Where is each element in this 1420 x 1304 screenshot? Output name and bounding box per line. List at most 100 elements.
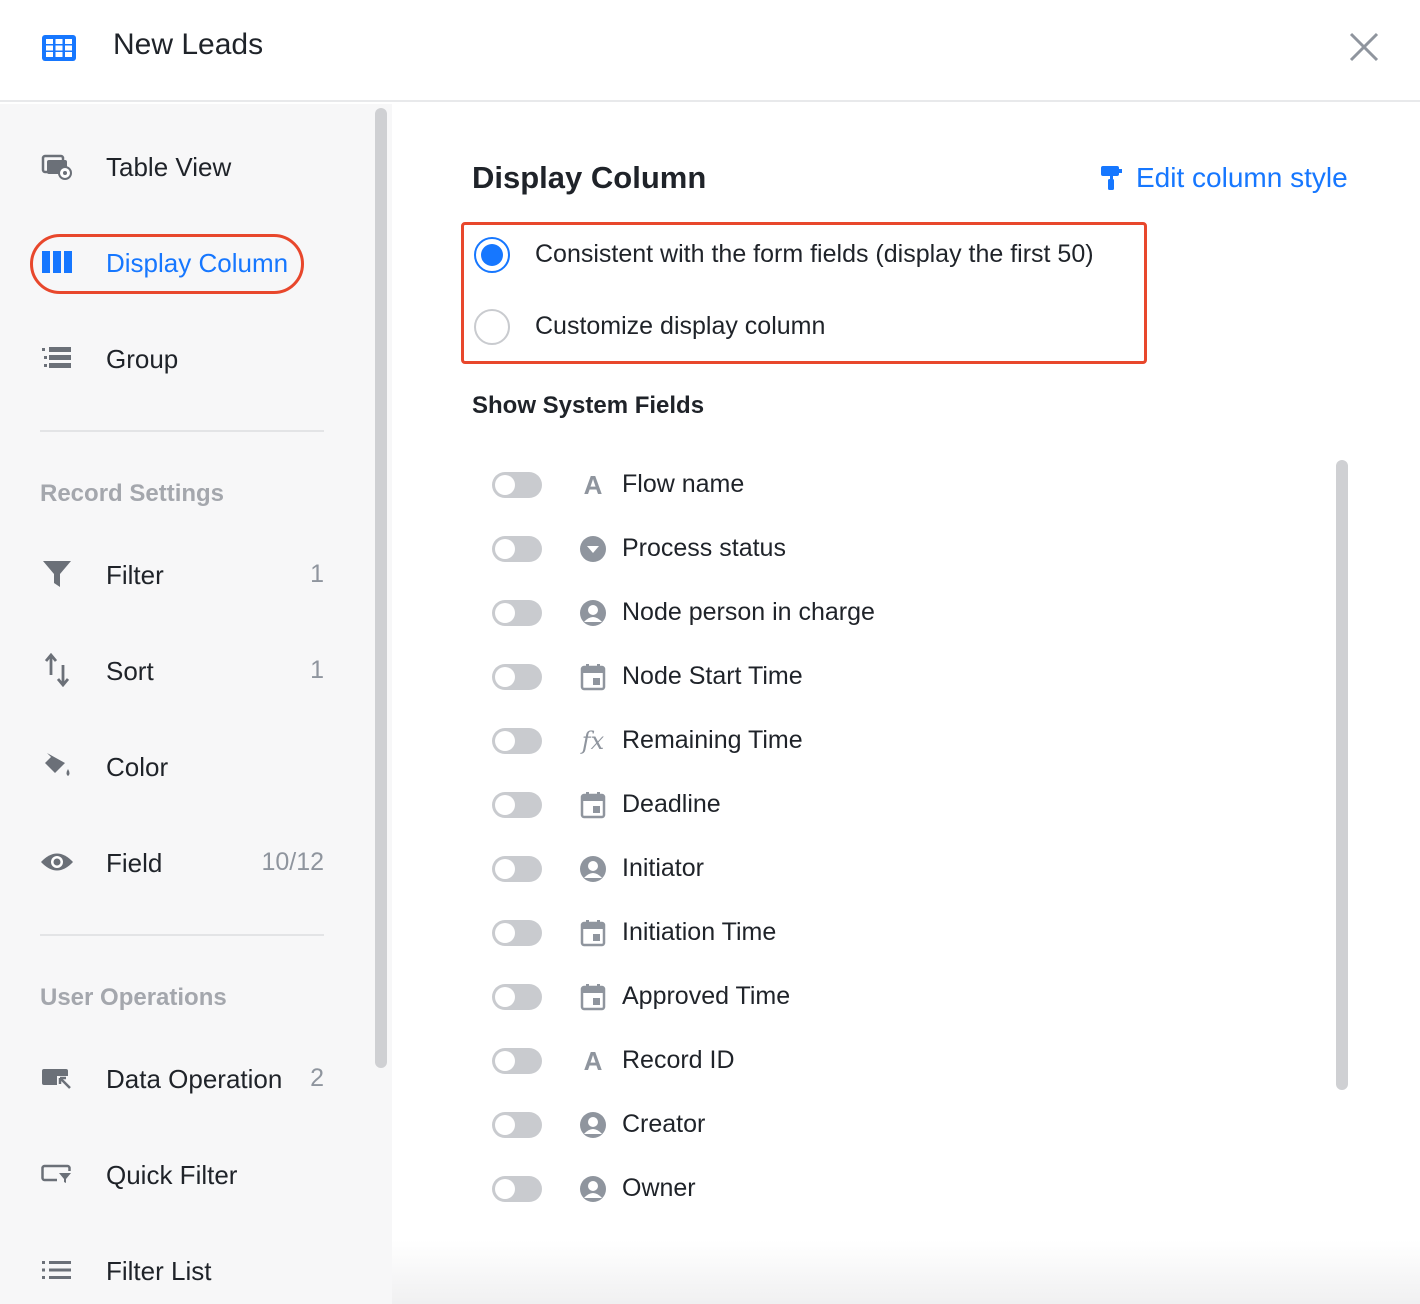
display-column-panel: Display Column Edit column style Consist… [392, 104, 1420, 1304]
system-field-row: Approved Time [492, 976, 1292, 1024]
dialog-header: New Leads [0, 0, 1420, 102]
sidebar-item-color[interactable]: Color [40, 742, 330, 790]
display-mode-radio-group: Consistent with the form fields (display… [461, 222, 1147, 364]
calendar-icon [578, 918, 608, 948]
sidebar-scrollbar[interactable] [375, 108, 387, 1068]
system-field-row: Initiation Time [492, 912, 1292, 960]
sidebar-item-count: 2 [310, 1064, 324, 1092]
field-label: Flow name [622, 470, 745, 498]
dialog-title: New Leads [113, 28, 264, 61]
system-field-row: Creator [492, 1104, 1292, 1152]
system-fields-title: Show System Fields [472, 392, 705, 419]
section-title-user-operations: User Operations [40, 984, 227, 1011]
person-icon [578, 854, 608, 884]
sidebar-item-label: Filter List [106, 1256, 212, 1286]
data-operation-icon [40, 1062, 74, 1094]
field-label: Initiator [622, 854, 704, 882]
field-label: Node person in charge [622, 598, 875, 626]
edit-column-style-label: Edit column style [1136, 162, 1348, 193]
system-field-row: Node person in charge [492, 592, 1292, 640]
field-toggle[interactable] [492, 984, 542, 1010]
system-field-row: fx Remaining Time [492, 720, 1292, 768]
field-label: Approved Time [622, 982, 791, 1010]
sidebar-divider [40, 934, 324, 936]
sidebar-item-label: Display Column [106, 248, 289, 278]
sidebar-item-label: Table View [106, 152, 232, 182]
system-field-row: Initiator [492, 848, 1292, 896]
field-label: Remaining Time [622, 726, 803, 754]
section-title-record-settings: Record Settings [40, 480, 225, 507]
radio-option-label: Consistent with the form fields (display… [535, 240, 1094, 268]
person-icon [578, 1174, 608, 1204]
field-label: Initiation Time [622, 918, 777, 946]
field-toggle[interactable] [492, 856, 542, 882]
table-view-icon [40, 150, 74, 182]
field-toggle[interactable] [492, 792, 542, 818]
calendar-icon [578, 982, 608, 1012]
sidebar-item-table-view[interactable]: Table View [40, 142, 330, 190]
quick-filter-icon [40, 1158, 74, 1190]
system-fields-list: A Flow name Process status Node person i… [492, 464, 1332, 1304]
sidebar-item-label: Color [106, 752, 169, 782]
calendar-icon [578, 790, 608, 820]
radio-option-consistent[interactable]: Consistent with the form fields (display… [474, 235, 1134, 275]
system-field-row: A Flow name [492, 464, 1292, 512]
sidebar-item-filter[interactable]: Filter 1 [40, 550, 330, 598]
field-label: Owner [622, 1174, 696, 1202]
grid-table-icon [42, 35, 76, 61]
field-toggle[interactable] [492, 600, 542, 626]
sidebar-item-label: Quick Filter [106, 1160, 238, 1190]
field-toggle[interactable] [492, 1048, 542, 1074]
panel-bottom-fade [392, 1240, 1420, 1304]
person-icon [578, 598, 608, 628]
sidebar-item-group[interactable]: Group [40, 334, 330, 382]
calendar-icon [578, 662, 608, 692]
filter-icon [40, 558, 74, 590]
field-label: Process status [622, 534, 786, 562]
field-label: Node Start Time [622, 662, 803, 690]
sidebar-item-count: 10/12 [261, 848, 324, 876]
sidebar-item-quick-filter[interactable]: Quick Filter [40, 1150, 330, 1198]
radio-button-unchecked[interactable] [474, 309, 510, 345]
field-toggle[interactable] [492, 728, 542, 754]
sidebar-item-data-operation[interactable]: Data Operation 2 [40, 1054, 330, 1102]
sidebar-item-count: 1 [310, 656, 324, 684]
field-toggle[interactable] [492, 536, 542, 562]
columns-icon [40, 246, 74, 278]
sidebar-item-label: Data Operation [106, 1064, 283, 1094]
field-toggle[interactable] [492, 472, 542, 498]
field-list-scrollbar[interactable] [1336, 460, 1348, 1090]
field-label: Creator [622, 1110, 706, 1138]
system-field-row: Process status [492, 528, 1292, 576]
sidebar-item-display-column[interactable]: Display Column [40, 238, 330, 286]
field-label: Deadline [622, 790, 721, 818]
sidebar-item-label: Group [106, 344, 179, 374]
settings-sidebar: Table View Display Column Group Record S… [0, 104, 392, 1304]
field-toggle[interactable] [492, 664, 542, 690]
panel-heading: Display Column [472, 160, 707, 195]
field-toggle[interactable] [492, 1176, 542, 1202]
field-toggle[interactable] [492, 920, 542, 946]
system-field-row: A Record ID [492, 1040, 1292, 1088]
eye-icon [40, 846, 74, 878]
text-icon: A [583, 469, 603, 500]
radio-option-customize[interactable]: Customize display column [474, 307, 894, 347]
sidebar-item-filter-list[interactable]: Filter List [40, 1246, 330, 1294]
sidebar-item-sort[interactable]: Sort 1 [40, 646, 330, 694]
text-icon: A [583, 1045, 603, 1076]
sidebar-item-label: Field [106, 848, 163, 878]
sidebar-item-field[interactable]: Field 10/12 [40, 838, 330, 886]
paint-brush-icon [1101, 166, 1122, 190]
sidebar-item-label: Filter [106, 560, 164, 590]
system-field-row: Node Start Time [492, 656, 1292, 704]
person-icon [578, 1110, 608, 1140]
system-field-row: Owner [492, 1168, 1292, 1216]
close-icon[interactable] [1347, 30, 1381, 64]
field-label: Record ID [622, 1046, 735, 1074]
field-toggle[interactable] [492, 1112, 542, 1138]
radio-button-checked[interactable] [474, 237, 510, 273]
system-field-row: Deadline [492, 784, 1292, 832]
edit-column-style-link[interactable]: Edit column style [1100, 160, 1348, 196]
radio-option-label: Customize display column [535, 312, 826, 340]
sidebar-item-count: 1 [310, 560, 324, 588]
